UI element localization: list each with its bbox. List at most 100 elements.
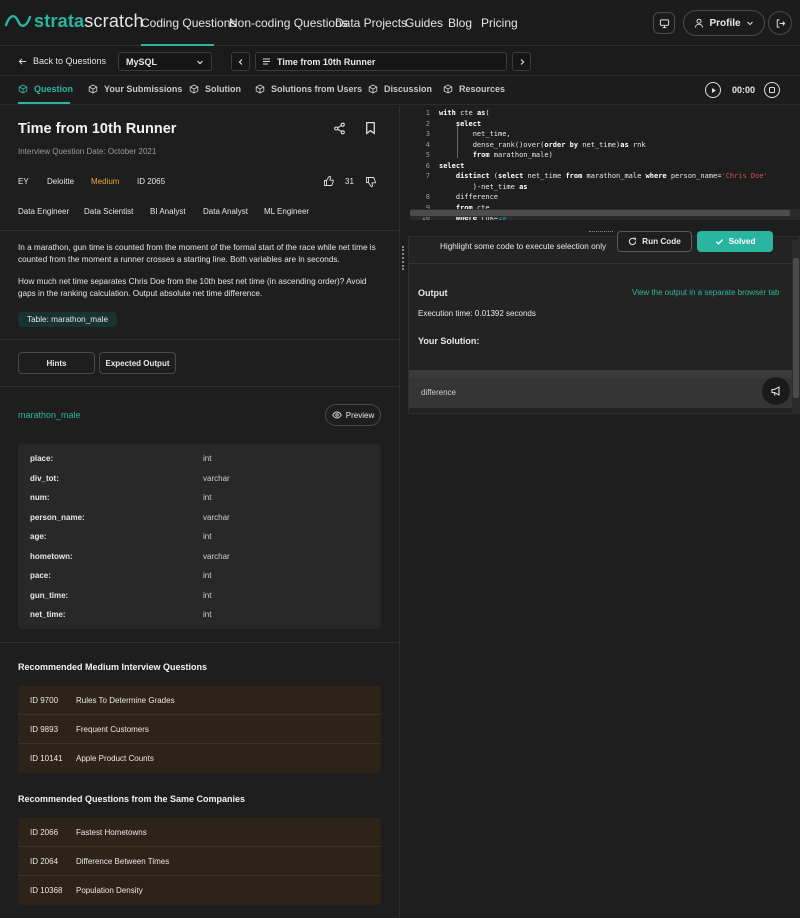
logout-button[interactable] xyxy=(768,11,792,35)
chevron-left-icon xyxy=(237,58,245,66)
tab-active-indicator xyxy=(18,102,70,104)
list-item[interactable]: ID 10141 Apple Product Counts xyxy=(18,744,381,773)
company-tag[interactable]: Deloitte xyxy=(47,177,74,186)
column-name: num: xyxy=(30,493,50,502)
horizontal-scrollbar[interactable] xyxy=(410,209,800,217)
next-question-button[interactable] xyxy=(512,52,531,71)
question-id: ID 2065 xyxy=(137,177,166,186)
tab-resources[interactable]: Resources xyxy=(443,84,505,94)
feedback-button[interactable] xyxy=(762,377,790,405)
column-name: gun_time: xyxy=(30,590,69,600)
logo-text[interactable]: stratascratch xyxy=(34,11,144,32)
tab-discussion[interactable]: Discussion xyxy=(368,84,432,94)
vertical-splitter-handle[interactable] xyxy=(402,246,404,270)
logo-thin: scratch xyxy=(84,11,144,31)
line-number: 6 xyxy=(425,161,430,170)
tab-your-submissions[interactable]: Your Submissions xyxy=(88,84,182,94)
hints-button[interactable]: Hints xyxy=(18,352,95,374)
logo-icon[interactable] xyxy=(4,12,32,30)
stop-timer-button[interactable] xyxy=(764,82,780,98)
output-title: Output xyxy=(418,288,448,298)
list-item[interactable]: ID 10368 Population Density xyxy=(18,876,381,905)
indent-guide xyxy=(457,126,458,158)
column-type: int xyxy=(203,571,212,580)
item-name: Difference Between Times xyxy=(76,857,170,866)
previous-question-button[interactable] xyxy=(231,52,250,71)
cube-icon xyxy=(255,84,265,94)
result-scrollbar[interactable] xyxy=(409,370,792,378)
tab-label: Solutions from Users xyxy=(271,84,363,94)
tab-solutions-from-users[interactable]: Solutions from Users xyxy=(255,84,362,94)
list-icon xyxy=(262,57,271,66)
run-code-button[interactable]: Run Code xyxy=(617,231,692,252)
line-number: 5 xyxy=(425,151,430,159)
code-line: 4 dense_rank()over(order by net_time)as … xyxy=(410,140,800,151)
tab-question[interactable]: Question xyxy=(18,84,73,94)
solved-label: Solved xyxy=(728,237,756,246)
code-line: 2 select xyxy=(410,119,800,130)
chevron-right-icon xyxy=(518,58,526,66)
list-item[interactable]: ID 9893 Frequent Customers xyxy=(18,715,381,744)
back-to-questions-link[interactable]: Back to Questions xyxy=(18,56,106,66)
list-item[interactable]: ID 9700 Rules To Determine Grades xyxy=(18,686,381,715)
language-value: MySQL xyxy=(126,56,158,67)
column-name: person_name: xyxy=(30,512,85,522)
result-header xyxy=(409,378,792,408)
play-timer-button[interactable] xyxy=(705,82,721,98)
item-name: Rules To Determine Grades xyxy=(76,696,175,705)
thumbs-down-icon[interactable] xyxy=(365,176,377,188)
preview-label: Preview xyxy=(345,410,375,420)
code-line: 1 with cte as( xyxy=(410,108,800,119)
item-name: Fastest Hometowns xyxy=(76,828,147,837)
chevron-down-icon xyxy=(196,58,204,66)
question-selector-title: Time from 10th Runner xyxy=(277,56,376,67)
expected-output-button[interactable]: Expected Output xyxy=(99,352,176,374)
profile-button[interactable]: Profile xyxy=(683,10,765,36)
nav-data-projects[interactable]: Data Projects xyxy=(335,16,407,30)
preview-button[interactable]: Preview xyxy=(325,404,381,426)
cube-icon xyxy=(88,84,98,94)
company-tag[interactable]: EY xyxy=(18,177,29,186)
logo-bold: strata xyxy=(34,11,85,31)
list-item[interactable]: ID 2064 Difference Between Times xyxy=(18,847,381,876)
column-type: int xyxy=(203,532,212,541)
run-code-label: Run Code xyxy=(642,237,681,246)
item-id: ID 2066 xyxy=(30,828,59,837)
cube-icon xyxy=(189,84,199,94)
column-type: int xyxy=(203,454,212,463)
vertical-scrollbar[interactable] xyxy=(792,240,800,414)
tab-solution[interactable]: Solution xyxy=(189,84,241,94)
recommended-medium-title: Recommended Medium Interview Questions xyxy=(18,662,208,672)
tab-label: Discussion xyxy=(384,84,433,94)
column-name: div_tot: xyxy=(30,473,59,483)
view-output-link[interactable]: View the output in a separate browser ta… xyxy=(632,288,780,297)
nav-guides[interactable]: Guides xyxy=(405,16,443,30)
monitor-button[interactable] xyxy=(653,12,675,34)
line-number: 1 xyxy=(425,109,430,117)
profile-label: Profile xyxy=(709,17,741,29)
check-icon xyxy=(715,237,724,246)
nav-non-coding-questions[interactable]: Non-coding Questions xyxy=(229,16,348,30)
column-name: net_time: xyxy=(30,610,66,619)
nav-coding-questions[interactable]: Coding Questions xyxy=(141,16,236,30)
execution-time: Execution time: 0.01392 seconds xyxy=(418,309,536,318)
question-selector[interactable]: Time from 10th Runner xyxy=(255,52,507,71)
code-editor[interactable]: 1 with cte as( 2 select 3 net_time, 4 den… xyxy=(410,106,800,224)
item-name: Apple Product Counts xyxy=(76,754,154,763)
column-name: age: xyxy=(30,532,47,541)
schema-table-name[interactable]: marathon_male xyxy=(18,410,81,420)
code-line: )-net_time as xyxy=(439,182,528,191)
solved-button[interactable]: Solved xyxy=(697,231,773,252)
share-icon[interactable] xyxy=(333,122,346,135)
result-column-header: difference xyxy=(421,388,456,397)
table-chip[interactable]: Table: marathon_male xyxy=(18,312,118,327)
tab-label: Solution xyxy=(205,84,241,94)
list-item[interactable]: ID 2066 Fastest Hometowns xyxy=(18,818,381,847)
bookmark-icon[interactable] xyxy=(364,121,377,135)
column-name: hometown: xyxy=(30,551,73,561)
nav-pricing[interactable]: Pricing xyxy=(481,16,518,30)
thumbs-up-icon[interactable] xyxy=(323,175,335,187)
nav-blog[interactable]: Blog xyxy=(448,16,472,30)
cube-icon xyxy=(368,84,378,94)
language-select[interactable]: MySQL xyxy=(118,52,212,71)
